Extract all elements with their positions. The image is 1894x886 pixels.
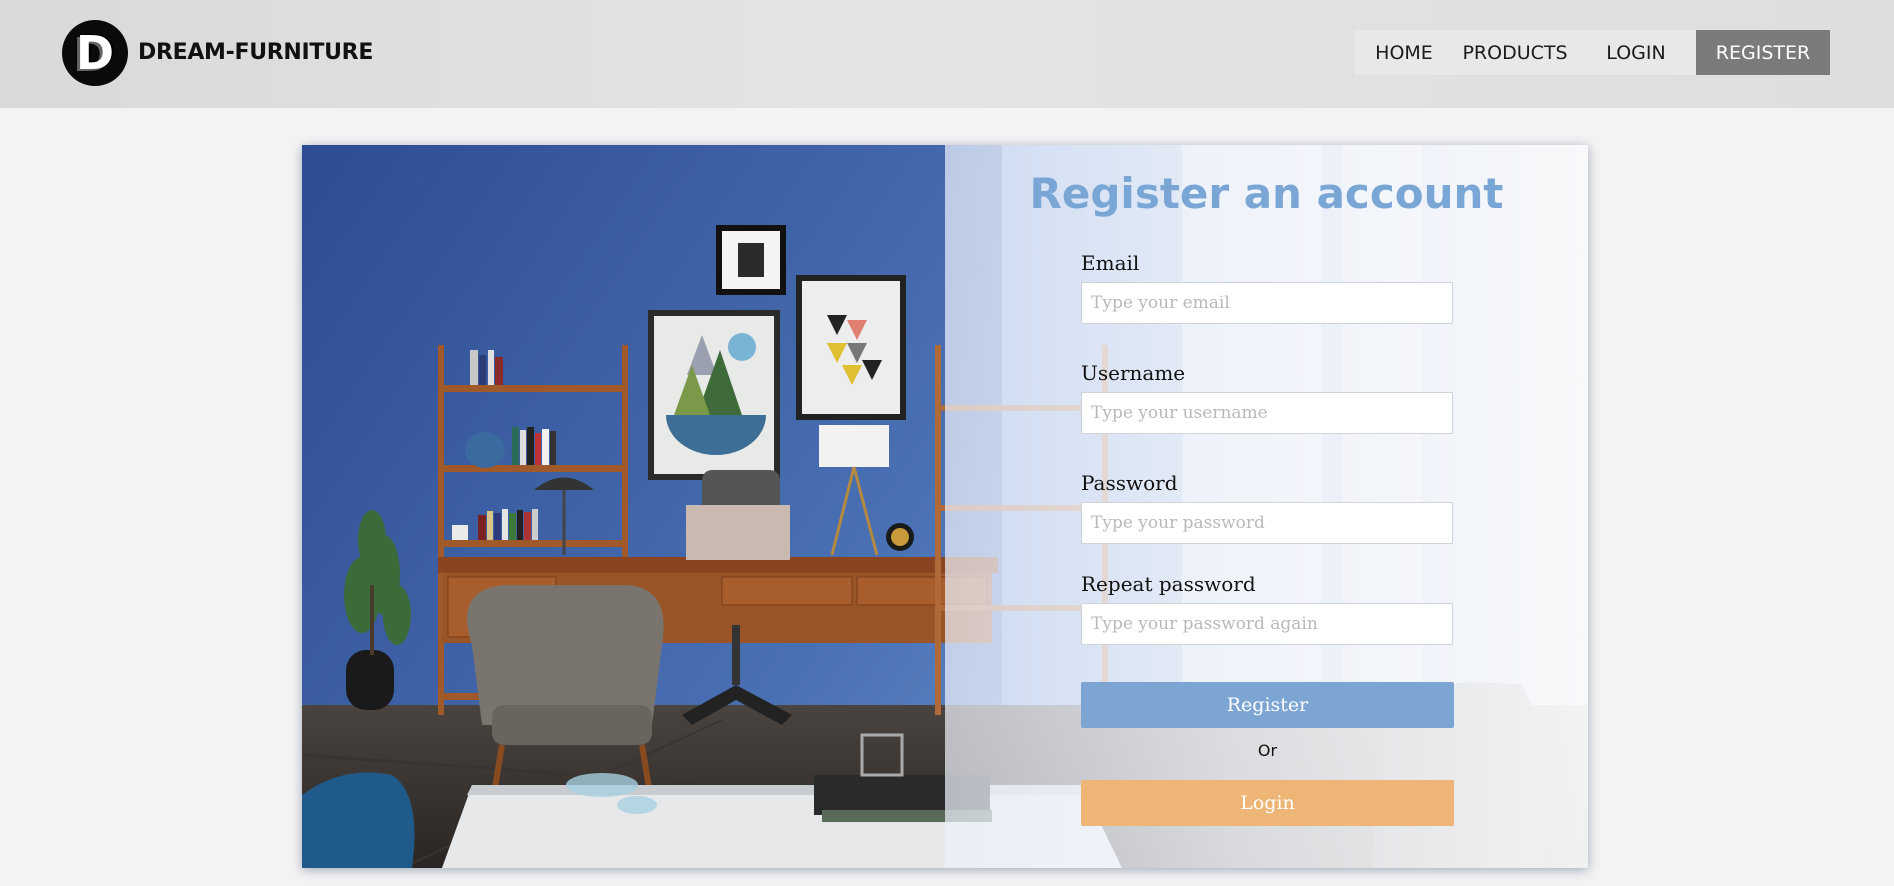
form-title: Register an account bbox=[1029, 169, 1504, 218]
password-label: Password bbox=[1081, 471, 1178, 495]
nav-register-link[interactable]: REGISTER bbox=[1696, 30, 1830, 75]
register-form-panel: Register an account Email Username Passw… bbox=[945, 145, 1588, 868]
email-label: Email bbox=[1081, 251, 1140, 275]
email-input[interactable] bbox=[1081, 282, 1453, 324]
username-input[interactable] bbox=[1081, 392, 1453, 434]
nav-products-link[interactable]: PRODUCTS bbox=[1454, 30, 1576, 75]
username-label: Username bbox=[1081, 361, 1186, 385]
main-nav: HOME PRODUCTS LOGIN REGISTER bbox=[1354, 30, 1830, 75]
login-button[interactable]: Login bbox=[1081, 780, 1454, 826]
password-input[interactable] bbox=[1081, 502, 1453, 544]
register-button[interactable]: Register bbox=[1081, 682, 1454, 728]
repeat-password-label: Repeat password bbox=[1081, 572, 1256, 596]
register-card: Register an account Email Username Passw… bbox=[302, 145, 1588, 868]
or-separator: Or bbox=[1257, 741, 1278, 760]
nav-login-link[interactable]: LOGIN bbox=[1576, 30, 1696, 75]
repeat-password-input[interactable] bbox=[1081, 603, 1453, 645]
nav-home-link[interactable]: HOME bbox=[1354, 30, 1454, 75]
brand-name[interactable]: DREAM-FURNITURE bbox=[138, 40, 373, 65]
logo-icon[interactable]: D bbox=[62, 20, 128, 86]
logo-letter: D bbox=[75, 26, 115, 80]
site-header: D DREAM-FURNITURE HOME PRODUCTS LOGIN RE… bbox=[0, 0, 1894, 108]
